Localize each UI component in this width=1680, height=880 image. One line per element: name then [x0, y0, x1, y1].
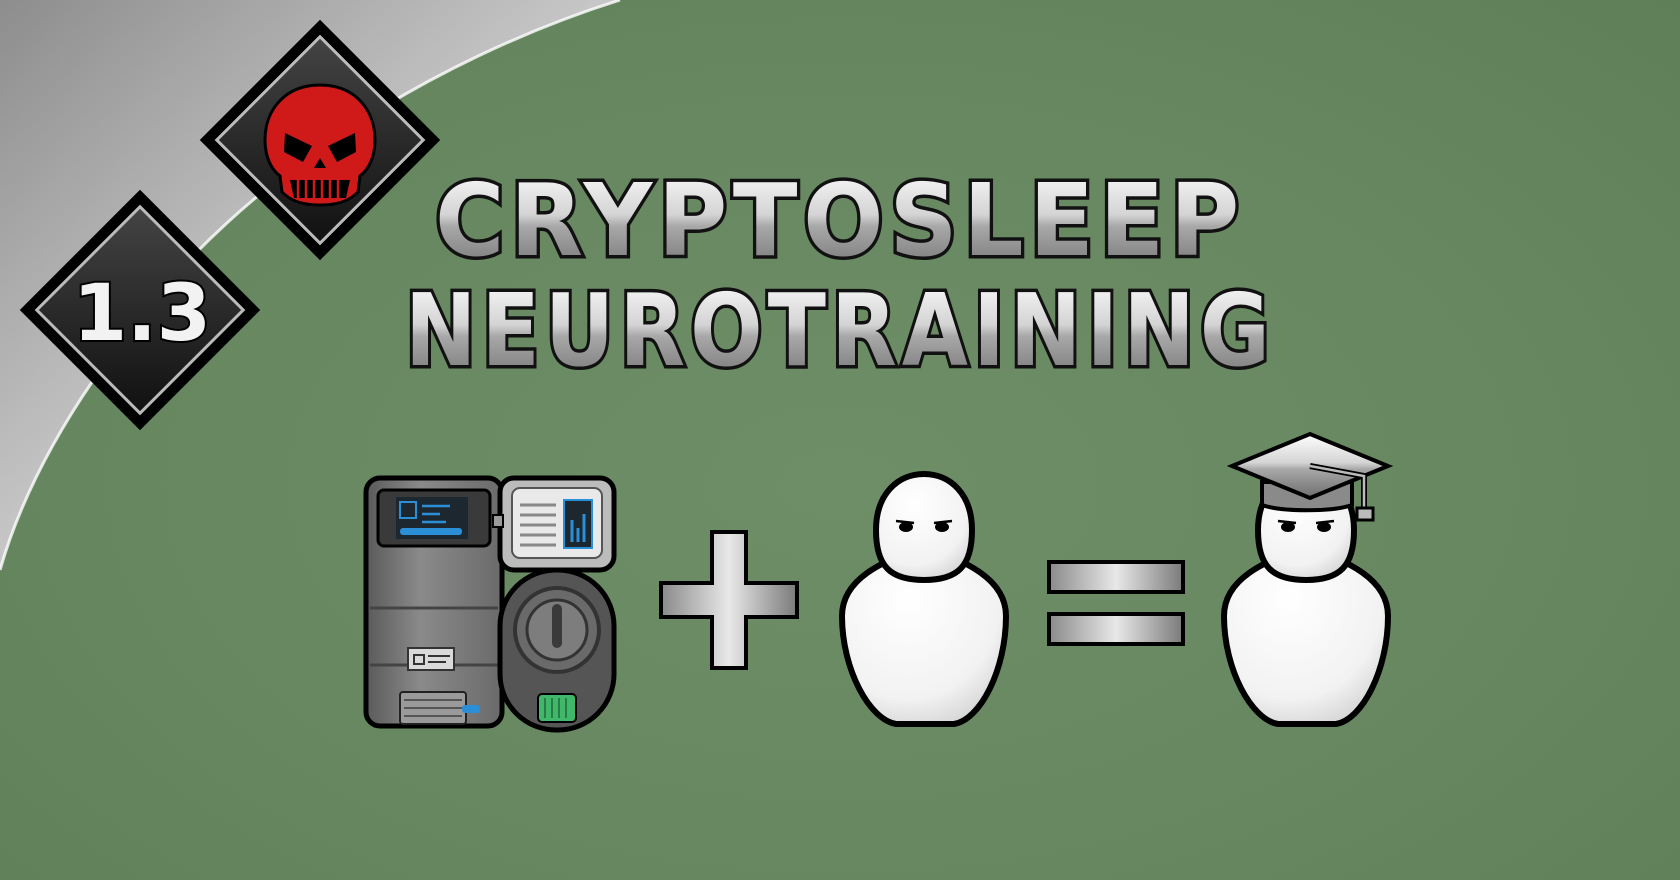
pawn-icon — [838, 470, 1010, 727]
version-number: 1.3 — [73, 269, 211, 359]
plus-icon — [659, 530, 799, 670]
banner-title: CRYPTOSLEEP NEUROTRAINING — [402, 159, 1275, 393]
title-line-1: CRYPTOSLEEP — [435, 162, 1245, 279]
banner-canvas: 1.3 CRYPTOSLEEP NEUROTRAINING — [0, 0, 1394, 733]
cryptosleep-casket-icon — [363, 475, 617, 733]
graduation-cap-icon — [1226, 431, 1394, 522]
title-line-2: NEUROTRAINING — [405, 272, 1275, 389]
skull-icon — [263, 83, 377, 207]
equals-icon — [1047, 560, 1185, 646]
graduated-pawn-icon — [1220, 431, 1394, 727]
